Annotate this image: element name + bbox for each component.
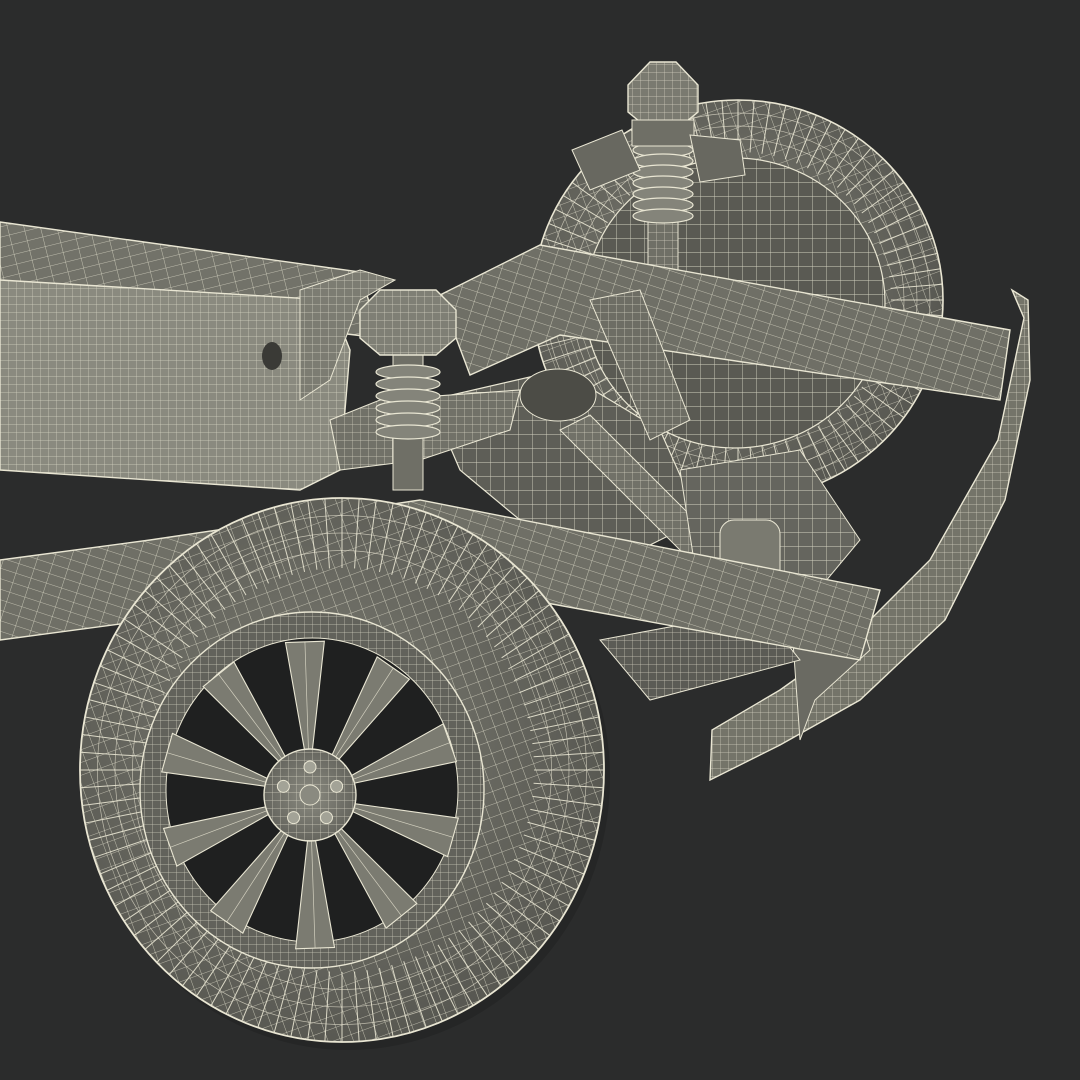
render-viewport [0, 0, 1080, 1080]
coil-spring-icon [632, 142, 694, 224]
chassis-wireframe-render [0, 61, 1031, 1050]
front-wheel [79, 497, 610, 1050]
transmission [0, 269, 397, 491]
